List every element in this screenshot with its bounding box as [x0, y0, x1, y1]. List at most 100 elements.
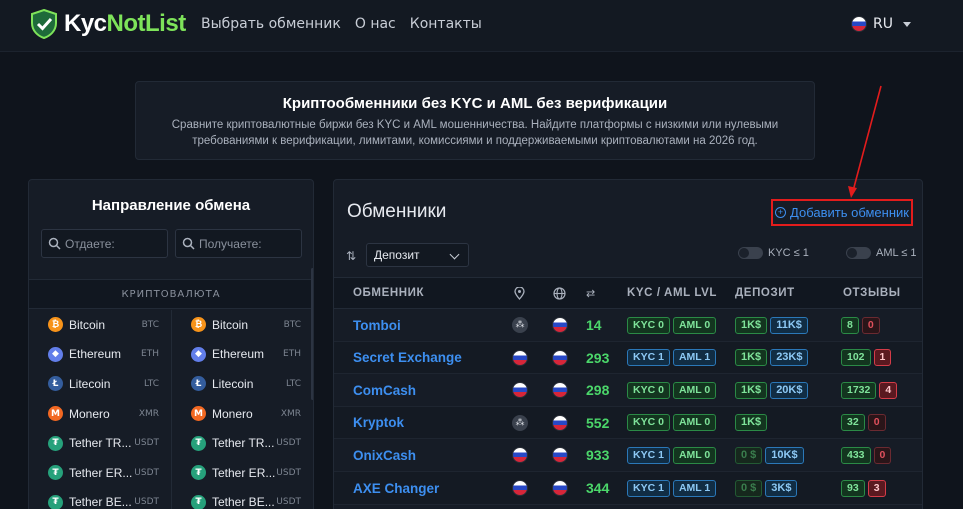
get-input[interactable]: [199, 236, 299, 251]
coin-item[interactable]: Ł Litecoin LTC: [29, 369, 171, 399]
exchanger-name-link[interactable]: ComCash: [353, 374, 416, 406]
positive-reviews-badge[interactable]: 93: [841, 479, 865, 497]
coin-ticker: USDT: [276, 438, 301, 449]
kyc-aml-cell: KYC 0 AML 0: [627, 374, 719, 406]
globe-icon[interactable]: [553, 287, 566, 303]
deposit-cell: 1K$ 11K$: [735, 309, 811, 341]
col-deposit[interactable]: ДЕПОЗИТ: [735, 287, 795, 299]
table-row[interactable]: AXE Changer 344 KYC 1 AML 1 0 $3K$ 93 3: [334, 472, 922, 505]
coin-name: Tether ER...: [212, 465, 276, 480]
location-cell: [512, 472, 528, 504]
give-input[interactable]: [65, 236, 165, 251]
nav-choose-exchanger[interactable]: Выбрать обменник: [201, 16, 341, 32]
col-kyc-aml[interactable]: KYC / AML LVL: [627, 287, 717, 299]
exchanger-name-link[interactable]: Secret Exchange: [353, 342, 462, 374]
coin-ticker: ETH: [283, 349, 301, 360]
ru-flag-icon: [512, 349, 528, 366]
coin-item[interactable]: ₿ Bitcoin BTC: [172, 310, 313, 340]
reviews-cell: 433 0: [841, 439, 894, 471]
language-selector[interactable]: RU: [851, 16, 911, 32]
coin-name: Litecoin: [212, 376, 254, 391]
coin-list-scrollbar[interactable]: [311, 268, 313, 400]
positive-reviews-badge[interactable]: 433: [841, 446, 871, 464]
col-reviews[interactable]: ОТЗЫВЫ: [843, 287, 901, 299]
tether-coin-icon: ₮: [191, 494, 206, 509]
negative-reviews-badge[interactable]: 1: [873, 349, 892, 367]
coin-name: Tether BE...: [212, 495, 275, 509]
nav-about[interactable]: О нас: [355, 16, 396, 32]
table-row[interactable]: Tomboi ⁂ 14 KYC 0 AML 0 1K$ 11K$ 8 0: [334, 309, 922, 342]
coin-item[interactable]: ◆ Ethereum ETH: [172, 340, 313, 370]
coin-item[interactable]: ◆ Ethereum ETH: [29, 340, 171, 370]
exchanger-name-link[interactable]: AXE Changer: [353, 472, 439, 504]
aml-toggle-label: AML ≤ 1: [876, 247, 917, 259]
aml-badge: AML 0: [672, 381, 717, 399]
coin-item[interactable]: ₮ Tether ER... USDT: [29, 458, 171, 488]
kyc-toggle-switch[interactable]: [738, 247, 763, 259]
coin-ticker: BTC: [283, 319, 301, 330]
aml-filter-toggle[interactable]: AML ≤ 1: [846, 247, 916, 259]
kyc-badge: KYC 1: [627, 349, 670, 367]
coin-ticker: BTC: [141, 319, 159, 330]
coin-item[interactable]: ₮ Tether BE... USDT: [29, 488, 171, 509]
coin-item[interactable]: M Monero XMR: [172, 399, 313, 429]
table-row[interactable]: OnixCash 933 KYC 1 AML 0 0 $10K$ 433 0: [334, 439, 922, 472]
coin-name: Ethereum: [212, 347, 265, 362]
logo[interactable]: KycNotList: [30, 9, 186, 39]
exchanger-name-link[interactable]: Tomboi: [353, 309, 401, 341]
sort-icon[interactable]: ⇅: [346, 249, 356, 263]
direction-title: Направление обмена: [91, 197, 251, 214]
col-exchanger[interactable]: ОБМЕННИК: [353, 287, 424, 299]
nav-contacts[interactable]: Контакты: [410, 16, 482, 32]
add-exchanger-label: Добавить обменник: [790, 205, 909, 220]
coin-item[interactable]: ₮ Tether TR... USDT: [29, 428, 171, 458]
table-row[interactable]: ComCash 298 KYC 0 AML 0 1K$ 20K$ 1732 4: [334, 374, 922, 407]
kyc-aml-cell: KYC 1 AML 0: [627, 439, 719, 471]
kyc-toggle-label: KYC ≤ 1: [768, 247, 809, 259]
positive-reviews-badge[interactable]: 102: [841, 349, 871, 367]
reviews-cell: 93 3: [841, 472, 889, 504]
positive-reviews-badge[interactable]: 32: [841, 414, 865, 432]
ethereum-coin-icon: ◆: [48, 346, 63, 362]
negative-reviews-badge[interactable]: 0: [867, 414, 886, 432]
negative-reviews-badge[interactable]: 4: [879, 381, 898, 399]
get-search-field[interactable]: [175, 229, 302, 258]
coin-item[interactable]: ₿ Bitcoin BTC: [29, 310, 171, 340]
hero-banner: Криптообменники без KYC и AML без верифи…: [135, 81, 815, 160]
positive-reviews-badge[interactable]: 8: [841, 316, 859, 334]
location-pin-icon[interactable]: [514, 286, 525, 303]
directions-count: 293: [586, 349, 610, 366]
kyc-filter-toggle[interactable]: KYC ≤ 1: [738, 247, 809, 259]
exchanger-name-link[interactable]: Kryptok: [353, 407, 404, 439]
table-row[interactable]: Kryptok ⁂ 552 KYC 0 AML 0 1K$ 32 0: [334, 406, 922, 440]
tether-coin-icon: ₮: [48, 494, 63, 509]
negative-reviews-badge[interactable]: 3: [867, 479, 886, 497]
chevron-down-icon: [902, 21, 911, 27]
coin-name: Tether ER...: [69, 465, 133, 480]
logo-text: KycNotList: [64, 10, 186, 37]
ru-flag-icon: [552, 382, 568, 399]
give-search-field[interactable]: [41, 229, 168, 258]
table-row[interactable]: Secret Exchange 293 KYC 1 AML 1 1K$ 23K$ 102 1: [334, 341, 922, 375]
negative-reviews-badge[interactable]: 0: [873, 446, 892, 464]
coin-item[interactable]: ₮ Tether ER... USDT: [172, 458, 313, 488]
exchange-direction-panel: Направление обмена КРИПТОВАЛЮТА ₿ Bitcoin…: [28, 179, 314, 509]
directions-count: 298: [586, 382, 610, 399]
tor-onion-icon: ⁂: [512, 414, 528, 431]
coin-item[interactable]: Ł Litecoin LTC: [172, 369, 313, 399]
add-exchanger-button[interactable]: + Добавить обменник: [771, 199, 913, 226]
deposit-min-badge: 1K$: [735, 349, 768, 367]
positive-reviews-badge[interactable]: 1732: [841, 381, 877, 399]
aml-toggle-switch[interactable]: [846, 247, 871, 259]
coin-item[interactable]: ₮ Tether BE... USDT: [172, 488, 313, 509]
sort-select[interactable]: Депозит: [366, 243, 469, 267]
negative-reviews-badge[interactable]: 0: [861, 316, 880, 334]
language-cell: [552, 374, 568, 406]
coin-item[interactable]: M Monero XMR: [29, 399, 171, 429]
language-label: RU: [873, 16, 893, 32]
coin-item[interactable]: ₮ Tether TR... USDT: [172, 428, 313, 458]
shuffle-icon[interactable]: ⇄: [586, 287, 595, 300]
exchanger-name-link[interactable]: OnixCash: [353, 439, 416, 471]
ru-flag-icon: [851, 16, 867, 32]
plus-circle-icon: +: [775, 207, 787, 218]
